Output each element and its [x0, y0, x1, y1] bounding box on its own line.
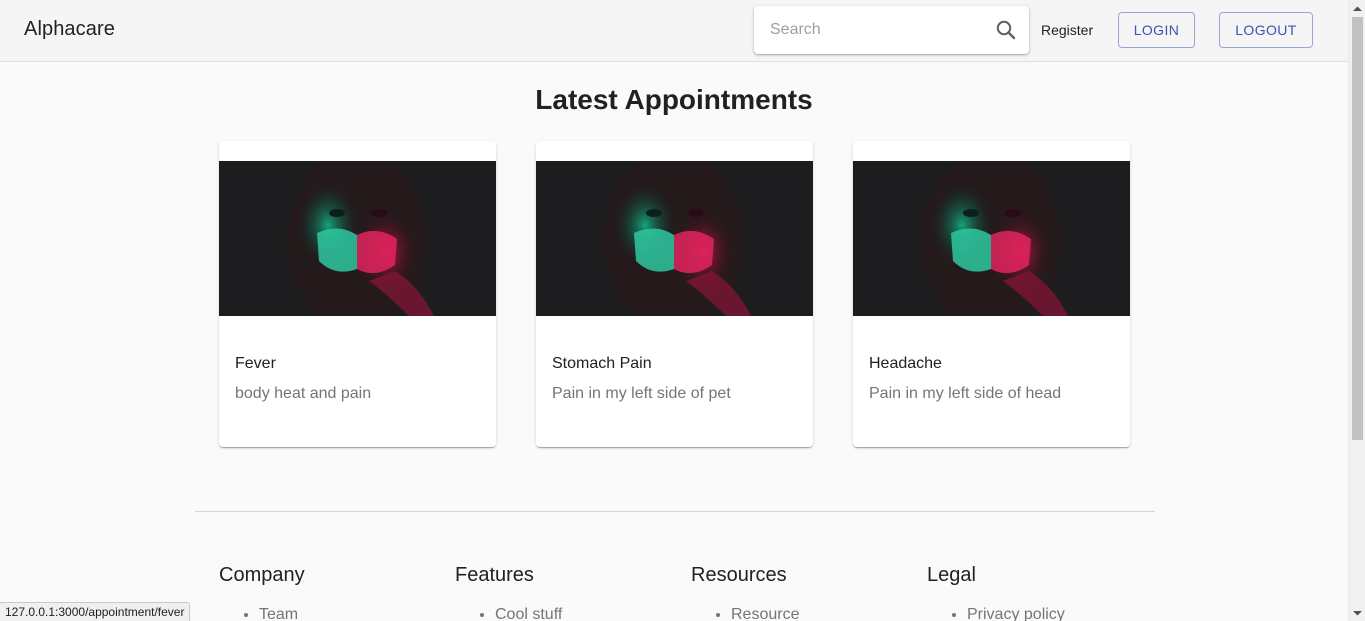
card-title: Fever	[235, 355, 276, 372]
page: Alphacare Register LOGIN LOGOUT Latest A…	[0, 0, 1365, 621]
appointment-card[interactable]: Fever body heat and pain	[219, 141, 496, 447]
footer-column-legal: Legal Privacy policy	[927, 564, 1127, 621]
footer-link[interactable]: Resource	[731, 605, 891, 621]
logout-button[interactable]: LOGOUT	[1219, 12, 1313, 48]
vertical-scrollbar[interactable]	[1348, 0, 1365, 621]
appointment-card[interactable]: Headache Pain in my left side of head	[853, 141, 1130, 447]
footer-list: Privacy policy	[927, 605, 1127, 621]
footer-column-resources: Resources Resource	[691, 564, 891, 621]
footer-heading: Resources	[691, 564, 787, 586]
login-button[interactable]: LOGIN	[1118, 12, 1195, 48]
appointment-card[interactable]: Stomach Pain Pain in my left side of pet	[536, 141, 813, 447]
register-link[interactable]: Register	[1041, 22, 1093, 38]
app-bar: Alphacare Register LOGIN LOGOUT	[0, 0, 1348, 62]
card-image	[219, 161, 496, 316]
brand-title[interactable]: Alphacare	[24, 18, 115, 41]
footer-list: Resource	[691, 605, 891, 621]
card-image	[536, 161, 813, 316]
status-bar-url: 127.0.0.1:3000/appointment/fever	[0, 602, 191, 621]
scroll-up-arrow-icon[interactable]	[1349, 0, 1365, 17]
card-title: Headache	[869, 355, 942, 372]
footer-link[interactable]: Team	[259, 605, 419, 621]
footer-heading: Legal	[927, 564, 976, 586]
search-icon[interactable]	[994, 18, 1018, 42]
footer-link[interactable]: Privacy policy	[967, 605, 1127, 621]
footer-link[interactable]: Cool stuff	[495, 605, 655, 621]
page-title: Latest Appointments	[535, 84, 813, 115]
scroll-down-arrow-icon[interactable]	[1349, 604, 1365, 621]
card-description: Pain in my left side of pet	[552, 385, 731, 402]
footer-column-company: Company Team	[219, 564, 419, 621]
footer-divider	[195, 511, 1155, 512]
card-title: Stomach Pain	[552, 355, 652, 372]
footer-list: Cool stuff	[455, 605, 655, 621]
card-description: body heat and pain	[235, 385, 372, 402]
card-image	[853, 161, 1130, 316]
search-input[interactable]	[770, 18, 980, 42]
search-box	[754, 6, 1029, 54]
card-description: Pain in my left side of head	[869, 385, 1062, 402]
footer-column-features: Features Cool stuff	[455, 564, 655, 621]
footer-heading: Company	[219, 564, 305, 586]
scrollbar-thumb[interactable]	[1352, 17, 1363, 440]
footer-list: Team	[219, 605, 419, 621]
footer-heading: Features	[455, 564, 534, 586]
